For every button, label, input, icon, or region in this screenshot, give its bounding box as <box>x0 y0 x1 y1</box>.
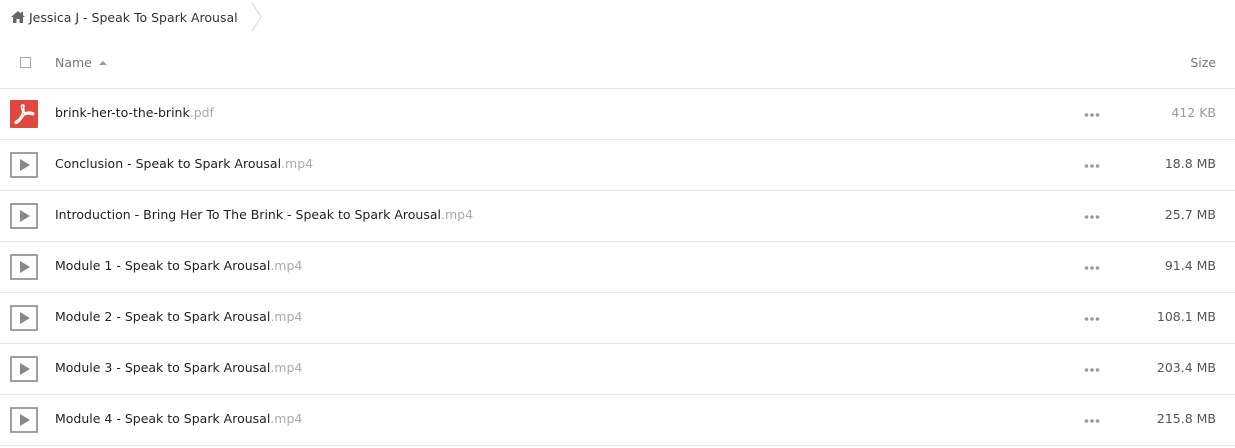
sort-ascending-icon <box>98 60 107 65</box>
file-name[interactable]: Module 3 - Speak to Spark Arousal.mp4 <box>55 360 302 375</box>
more-options-icon[interactable] <box>1084 112 1100 118</box>
file-row[interactable]: Introduction - Bring Her To The Brink - … <box>0 191 1235 242</box>
file-row[interactable]: Module 3 - Speak to Spark Arousal.mp4 203… <box>0 344 1235 395</box>
file-size: 215.8 MB <box>1156 411 1216 426</box>
file-size: 412 KB <box>1171 105 1216 120</box>
file-list-header: Name Size <box>0 42 1235 89</box>
file-size: 18.8 MB <box>1164 156 1216 171</box>
video-play-icon <box>10 152 38 178</box>
file-name[interactable]: Module 4 - Speak to Spark Arousal.mp4 <box>55 411 302 426</box>
more-options-icon[interactable] <box>1084 418 1100 424</box>
video-play-icon <box>10 305 38 331</box>
name-column-header[interactable]: Name <box>55 55 107 70</box>
chevron-right-icon <box>251 2 262 32</box>
breadcrumb: Jessica J - Speak To Spark Arousal <box>0 0 264 34</box>
file-row[interactable]: brink-her-to-the-brink.pdf 412 KB <box>0 89 1235 140</box>
name-column-label: Name <box>55 55 92 70</box>
file-row[interactable]: Module 4 - Speak to Spark Arousal.mp4 215… <box>0 395 1235 446</box>
video-play-icon <box>10 407 38 433</box>
file-extension: .mp4 <box>270 360 303 375</box>
pdf-icon <box>10 100 38 128</box>
file-name-base: Introduction - Bring Her To The Brink - … <box>55 207 441 222</box>
breadcrumb-current-folder[interactable]: Jessica J - Speak To Spark Arousal <box>29 10 238 25</box>
file-extension: .mp4 <box>281 156 314 171</box>
file-row[interactable]: Conclusion - Speak to Spark Arousal.mp4 1… <box>0 140 1235 191</box>
video-play-icon <box>10 203 38 229</box>
file-size: 203.4 MB <box>1156 360 1216 375</box>
file-extension: .mp4 <box>270 411 303 426</box>
file-name-base: Module 1 - Speak to Spark Arousal <box>55 258 271 273</box>
file-size: 108.1 MB <box>1156 309 1216 324</box>
file-name-base: Module 3 - Speak to Spark Arousal <box>55 360 271 375</box>
file-name-base: Module 2 - Speak to Spark Arousal <box>55 309 271 324</box>
file-name[interactable]: Introduction - Bring Her To The Brink - … <box>55 207 473 222</box>
file-extension: .pdf <box>189 105 214 120</box>
file-name[interactable]: brink-her-to-the-brink.pdf <box>55 105 214 120</box>
more-options-icon[interactable] <box>1084 214 1100 220</box>
more-options-icon[interactable] <box>1084 265 1100 271</box>
file-name-base: Module 4 - Speak to Spark Arousal <box>55 411 271 426</box>
more-options-icon[interactable] <box>1084 163 1100 169</box>
more-options-icon[interactable] <box>1084 316 1100 322</box>
file-name-base: Conclusion - Speak to Spark Arousal <box>55 156 282 171</box>
file-size: 25.7 MB <box>1164 207 1216 222</box>
home-icon[interactable] <box>10 9 26 25</box>
file-row[interactable]: Module 2 - Speak to Spark Arousal.mp4 108… <box>0 293 1235 344</box>
file-row[interactable]: Module 1 - Speak to Spark Arousal.mp4 91.… <box>0 242 1235 293</box>
file-name[interactable]: Module 1 - Speak to Spark Arousal.mp4 <box>55 258 302 273</box>
file-name[interactable]: Conclusion - Speak to Spark Arousal.mp4 <box>55 156 313 171</box>
file-size: 91.4 MB <box>1164 258 1216 273</box>
video-play-icon <box>10 356 38 382</box>
select-all-checkbox[interactable] <box>20 57 31 68</box>
file-extension: .mp4 <box>270 309 303 324</box>
more-options-icon[interactable] <box>1084 367 1100 373</box>
file-list: brink-her-to-the-brink.pdf 412 KB Conclusi… <box>0 89 1235 446</box>
video-play-icon <box>10 254 38 280</box>
file-extension: .mp4 <box>441 207 474 222</box>
file-name[interactable]: Module 2 - Speak to Spark Arousal.mp4 <box>55 309 302 324</box>
file-extension: .mp4 <box>270 258 303 273</box>
size-column-header[interactable]: Size <box>1190 55 1216 70</box>
file-name-base: brink-her-to-the-brink <box>55 105 190 120</box>
